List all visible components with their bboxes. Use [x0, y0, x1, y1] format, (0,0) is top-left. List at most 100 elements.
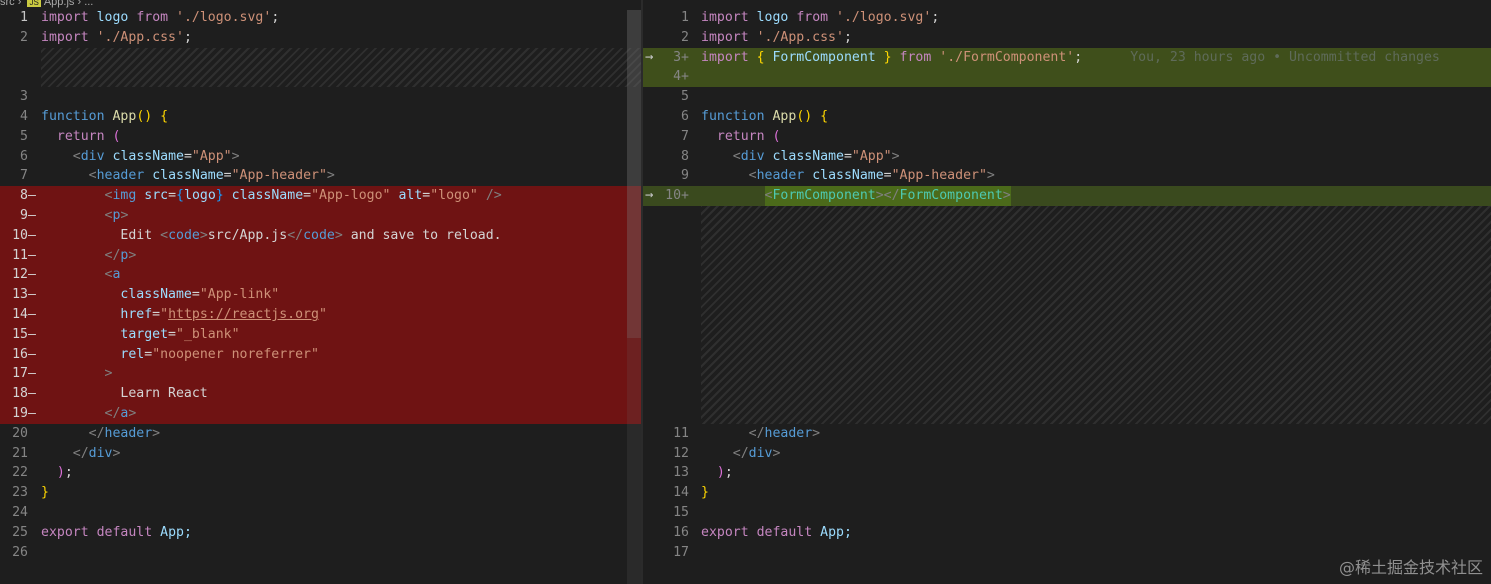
code-text: </div> — [732, 445, 781, 461]
added-line[interactable]: → 3+ import { FormComponent } from './Fo… — [643, 47, 1491, 68]
line-number: 1 — [20, 10, 28, 25]
code-text: <p> — [104, 207, 129, 223]
line-number: 12 — [12, 267, 28, 283]
removed-line[interactable]: 12— <a — [0, 265, 641, 286]
removed-line[interactable]: 18— Learn React — [0, 384, 641, 404]
code-line[interactable]: 14 } — [643, 483, 1491, 503]
code-line[interactable]: 4 function App() { — [0, 107, 641, 127]
modified-editor-pane[interactable]: 1 import logo from './logo.svg'; 2 impor… — [643, 8, 1491, 584]
line-number: 6 — [20, 148, 28, 164]
code-line[interactable]: 1 import logo from './logo.svg'; — [643, 8, 1491, 28]
code-line[interactable]: 22 ); — [0, 463, 641, 483]
removed-line[interactable]: 14— href="https://reactjs.org" — [0, 304, 641, 325]
diff-filler — [41, 47, 641, 88]
code-text: import './App.css'; — [41, 29, 192, 45]
removed-line[interactable]: 15— target="_blank" — [0, 324, 641, 345]
removed-marker: — — [28, 366, 36, 382]
code-text: Edit <code>src/App.js</code> and save to… — [120, 227, 502, 243]
removed-line[interactable]: 19— </a> — [0, 403, 641, 424]
removed-line[interactable]: 9— <p> — [0, 205, 641, 226]
code-text: import './App.css'; — [701, 29, 852, 45]
code-line[interactable]: 26 — [0, 543, 641, 563]
code-line[interactable]: 15 — [643, 503, 1491, 523]
code-text: <FormComponent></FormComponent> — [701, 186, 1011, 206]
code-line[interactable]: 21 </div> — [0, 444, 641, 464]
line-number: 21 — [12, 445, 28, 461]
breadcrumb-separator: › — [77, 0, 82, 8]
code-text: </header> — [748, 425, 821, 441]
code-line[interactable]: 12 </div> — [643, 444, 1491, 464]
line-number: 20 — [12, 425, 28, 441]
removed-line[interactable]: 10— Edit <code>src/App.js</code> and sav… — [0, 225, 641, 246]
code-text: Learn React — [120, 386, 208, 402]
line-number: 22 — [12, 465, 28, 481]
code-line[interactable]: 8 <div className="App"> — [643, 147, 1491, 167]
code-text: export default App; — [41, 524, 192, 540]
code-line[interactable]: 6 <div className="App"> — [0, 147, 641, 167]
line-number: 3+ — [673, 49, 689, 65]
line-number: 1 — [681, 10, 689, 25]
code-line[interactable]: 13 ); — [643, 463, 1491, 483]
code-line[interactable]: 6 function App() { — [643, 107, 1491, 127]
added-line[interactable]: 4+ — [643, 67, 1491, 88]
removed-line[interactable]: 17— > — [0, 364, 641, 385]
removed-marker: — — [28, 247, 36, 263]
removed-marker: — — [28, 207, 36, 223]
removed-line[interactable]: 16— rel="noopener noreferrer" — [0, 344, 641, 365]
code-text: </a> — [104, 405, 137, 421]
code-text: > — [104, 366, 113, 382]
removed-marker: — — [28, 386, 36, 402]
removed-line[interactable]: 11— </p> — [0, 245, 641, 266]
line-number: 7 — [681, 128, 689, 144]
vertical-scrollbar[interactable] — [627, 10, 641, 338]
line-number: 14 — [12, 306, 28, 322]
code-line[interactable]: 5 return ( — [0, 127, 641, 147]
code-text: className="App-link" — [120, 287, 280, 303]
code-line[interactable]: 7 <header className="App-header"> — [0, 166, 641, 186]
code-line[interactable]: 3 — [0, 87, 641, 107]
removed-marker: — — [28, 188, 36, 204]
diff-filler — [701, 205, 1491, 424]
code-text: <header className="App-header"> — [88, 168, 335, 184]
breadcrumb-more[interactable]: ... — [84, 0, 93, 8]
line-number: 5 — [681, 89, 689, 105]
removed-marker: — — [28, 405, 36, 421]
original-editor-pane[interactable]: 1 import logo from './logo.svg'; 2 impor… — [0, 8, 641, 584]
code-line[interactable]: 24 — [0, 503, 641, 523]
line-number: 26 — [12, 544, 28, 560]
code-line[interactable]: 25 export default App; — [0, 523, 641, 543]
code-text: function App() { — [41, 108, 169, 124]
removed-marker: — — [28, 287, 36, 303]
removed-line[interactable]: 13— className="App-link" — [0, 285, 641, 305]
code-text: <div className="App"> — [732, 148, 900, 164]
code-line[interactable]: 23 } — [0, 483, 641, 503]
line-number: 2 — [20, 29, 28, 45]
url-link[interactable]: https://reactjs.org — [168, 307, 319, 322]
code-line[interactable]: 7 return ( — [643, 127, 1491, 147]
code-text: <div className="App"> — [72, 148, 240, 164]
revert-arrow-icon[interactable]: → — [645, 186, 653, 206]
removed-marker: — — [28, 326, 36, 342]
code-text: } — [41, 485, 49, 501]
line-number: 11 — [673, 425, 689, 441]
code-line[interactable]: 5 — [643, 87, 1491, 107]
code-line[interactable]: 2 import './App.css'; — [0, 28, 641, 48]
removed-line[interactable]: 8— <img src={logo} className="App-logo" … — [0, 186, 641, 206]
line-number: 17 — [12, 366, 28, 382]
code-line[interactable]: 9 <header className="App-header"> — [643, 166, 1491, 186]
code-text: return ( — [716, 128, 781, 144]
code-line[interactable]: 11 </header> — [643, 424, 1491, 444]
code-line[interactable]: 20 </header> — [0, 424, 641, 444]
code-text: return ( — [56, 128, 121, 144]
line-number: 4 — [20, 108, 28, 124]
breadcrumb-file[interactable]: App.js — [44, 0, 75, 8]
breadcrumb-folder[interactable]: src — [0, 0, 15, 8]
code-text: href="https://reactjs.org" — [120, 306, 327, 322]
code-line[interactable]: 2 import './App.css'; — [643, 28, 1491, 48]
removed-marker: — — [28, 227, 36, 243]
code-text: } — [701, 485, 709, 501]
code-line[interactable]: 16 export default App; — [643, 523, 1491, 543]
code-line[interactable]: 1 import logo from './logo.svg'; — [0, 8, 641, 28]
added-line[interactable]: → 10+ <FormComponent></FormComponent> — [643, 186, 1491, 206]
revert-arrow-icon[interactable]: → — [645, 48, 653, 68]
